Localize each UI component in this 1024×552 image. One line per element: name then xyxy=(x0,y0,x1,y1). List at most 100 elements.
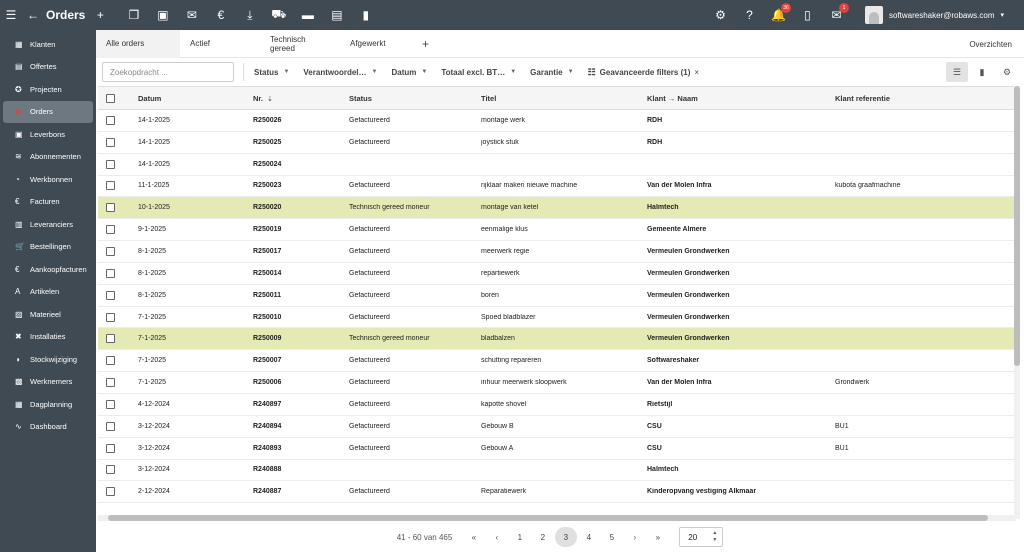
row-checkbox[interactable] xyxy=(98,225,138,235)
sidebar-item-abonnementen[interactable]: ≋ Abonnementen xyxy=(3,146,93,169)
first-page-button[interactable]: « xyxy=(463,527,485,547)
advanced-filters-button[interactable]: ☷ Geavanceerde filters (1) × xyxy=(581,67,706,78)
table-row[interactable]: 7-1-2025 R250009 Technisch gereed moneur bl… xyxy=(98,328,1018,351)
prev-page-button[interactable]: ‹ xyxy=(486,527,508,547)
row-checkbox[interactable] xyxy=(98,312,138,322)
help-icon[interactable]: ? xyxy=(735,0,764,30)
row-checkbox[interactable] xyxy=(98,203,138,213)
filter-verantwoordelijke[interactable]: Verantwoordel… ▼ xyxy=(296,68,384,77)
sidebar-item-bestellingen[interactable]: 🛒 Bestellingen xyxy=(3,236,93,259)
menu-icon[interactable]: ☰ xyxy=(0,0,22,30)
row-checkbox[interactable] xyxy=(98,443,138,453)
sidebar-item-klanten[interactable]: ▦ Klanten xyxy=(3,33,93,56)
sidebar-item-leverbons[interactable]: ▣ Leverbons xyxy=(3,123,93,146)
table-row[interactable]: 7-1-2025 R250006 Gefactureerd inhuur meerwe… xyxy=(98,372,1018,394)
row-checkbox[interactable] xyxy=(98,378,138,388)
table-row[interactable]: 2-12-2024 R240887 Gefactureerd Reparatiewer… xyxy=(98,481,1018,504)
table-row[interactable]: 14-1-2025 R250024 xyxy=(98,154,1018,176)
row-checkbox[interactable] xyxy=(98,399,138,409)
table-row[interactable]: 10-1-2025 R250020 Technisch gereed moneur m… xyxy=(98,197,1018,220)
row-checkbox[interactable] xyxy=(98,356,138,366)
stepper-icon[interactable]: ▲ ▼ xyxy=(712,530,717,544)
tab-afgewerkt[interactable]: Afgewerkt xyxy=(340,30,410,58)
overviews-button[interactable]: Overzichten xyxy=(969,30,1012,58)
page-button[interactable]: 5 xyxy=(601,527,623,547)
table-row[interactable]: 4-12-2024 R240897 Gefactureerd kapotte shov… xyxy=(98,394,1018,416)
tab-alle-orders[interactable]: Alle orders xyxy=(96,29,180,58)
table-row[interactable]: 8-1-2025 R250017 Gefactureerd meerwerk regi… xyxy=(98,241,1018,263)
clipboard-icon[interactable]: ▯ xyxy=(793,0,822,30)
sidebar-item-projecten[interactable]: ✪ Projecten xyxy=(3,78,93,101)
header-titel[interactable]: Titel xyxy=(481,94,647,103)
header-klant-naam[interactable]: Klant → Naam xyxy=(647,94,835,103)
add-tab-button[interactable]: + xyxy=(410,37,441,51)
row-checkbox[interactable] xyxy=(98,137,138,147)
sidebar-item-leveranciers[interactable]: ▥ Leveranciers xyxy=(3,213,93,236)
table-row[interactable]: 7-1-2025 R250010 Gefactureerd Spoed bladbla… xyxy=(98,307,1018,329)
sidebar-item-orders[interactable]: ◉ Orders xyxy=(3,100,93,123)
bell-icon[interactable]: 🔔 36 xyxy=(764,0,793,30)
row-checkbox[interactable] xyxy=(98,290,138,300)
row-checkbox[interactable] xyxy=(98,465,138,475)
vertical-scrollbar[interactable] xyxy=(1014,86,1020,519)
euro-icon[interactable]: € xyxy=(206,0,235,30)
sidebar-item-facturen[interactable]: € Facturen xyxy=(3,191,93,214)
tab-technisch-gereed[interactable]: Technisch gereed xyxy=(260,30,340,58)
next-page-button[interactable]: › xyxy=(624,527,646,547)
gear-icon[interactable]: ⚙ xyxy=(996,62,1018,82)
table-row[interactable]: 3-12-2024 R240888 Halmtech xyxy=(98,460,1018,482)
table-row[interactable]: 9-1-2025 R250019 Gefactureerd eenmalige klu… xyxy=(98,219,1018,242)
user-menu[interactable]: softwareshaker@robaws.com ▾ xyxy=(864,6,1004,24)
row-checkbox[interactable] xyxy=(98,487,138,497)
image-icon[interactable]: ▣ xyxy=(148,0,177,30)
header-nr[interactable]: Nr. ⇣ xyxy=(253,94,349,103)
sidebar-item-installaties[interactable]: ✖ Installaties xyxy=(3,326,93,349)
mail-icon[interactable]: ✉ xyxy=(177,0,206,30)
gear-icon[interactable]: ⚙ xyxy=(706,0,735,30)
header-klant-referentie[interactable]: Klant referentie xyxy=(835,94,1015,103)
messages-icon[interactable]: ✉ 1 xyxy=(822,0,851,30)
sidebar-item-werknemers[interactable]: ▩ Werknemers xyxy=(3,371,93,394)
table-row[interactable]: 3-12-2024 R240894 Gefactureerd Gebouw B CSU B… xyxy=(98,416,1018,438)
lock-icon[interactable]: ▮ xyxy=(351,0,380,30)
sidebar-item-offertes[interactable]: ▤ Offertes xyxy=(3,56,93,79)
page-button[interactable]: 4 xyxy=(578,527,600,547)
sidebar-item-stockwijziging[interactable]: ◑ Stockwijziging xyxy=(3,348,93,371)
sidebar-item-dagplanning[interactable]: ▦ Dagplanning xyxy=(3,393,93,416)
filter-garantie[interactable]: Garantie ▼ xyxy=(523,68,580,77)
page-button[interactable]: 2 xyxy=(532,527,554,547)
row-checkbox[interactable] xyxy=(98,115,138,125)
trash-icon[interactable]: ▬ xyxy=(293,0,322,30)
horizontal-scrollbar[interactable] xyxy=(98,515,1016,521)
select-all-checkbox[interactable] xyxy=(98,93,138,103)
table-row[interactable]: 14-1-2025 R250026 Gefactureerd montage werk… xyxy=(98,110,1018,132)
table-row[interactable]: 14-1-2025 R250025 Gefactureerd joystick stu… xyxy=(98,132,1018,154)
header-status[interactable]: Status xyxy=(349,94,481,103)
row-checkbox[interactable] xyxy=(98,421,138,431)
table-row[interactable]: 8-1-2025 R250014 Gefactureerd repartiewerk V… xyxy=(98,263,1018,285)
sidebar-item-materieel[interactable]: ▨ Materieel xyxy=(3,303,93,326)
download-icon[interactable]: ⤓ xyxy=(235,0,264,30)
archive-icon[interactable]: ▤ xyxy=(322,0,351,30)
page-size-stepper[interactable]: 20 ▲ ▼ xyxy=(679,527,724,547)
table-row[interactable]: 11-1-2025 R250023 Gefactureerd rijklaar mak… xyxy=(98,176,1018,198)
sidebar-item-werkbonnen[interactable]: ◔ Werkbonnen xyxy=(3,168,93,191)
table-row[interactable]: 8-1-2025 R250011 Gefactureerd boren Vermeule… xyxy=(98,285,1018,307)
row-checkbox[interactable] xyxy=(98,268,138,278)
tab-actief[interactable]: Actief xyxy=(180,30,260,58)
header-datum[interactable]: Datum xyxy=(138,94,253,103)
sidebar-item-dashboard[interactable]: ∿ Dashboard xyxy=(3,416,93,439)
row-checkbox[interactable] xyxy=(98,159,138,169)
plus-icon[interactable]: + xyxy=(89,0,111,30)
table-row[interactable]: 3-12-2024 R240893 Gefactureerd Gebouw A CSU B… xyxy=(98,438,1018,460)
row-checkbox[interactable] xyxy=(98,334,138,344)
filter-datum[interactable]: Datum ▼ xyxy=(384,68,434,77)
last-page-button[interactable]: » xyxy=(647,527,669,547)
table-row[interactable]: 7-1-2025 R250007 Gefactureerd schutting rep… xyxy=(98,350,1018,373)
row-checkbox[interactable] xyxy=(98,181,138,191)
filter-totaal[interactable]: Totaal excl. BT… ▼ xyxy=(434,68,523,77)
arrow-left-icon[interactable]: ← xyxy=(22,0,44,30)
page-button[interactable]: 1 xyxy=(509,527,531,547)
cart-icon[interactable]: ⛟ xyxy=(264,0,293,30)
sidebar-item-aankoopfacturen[interactable]: € Aankoopfacturen xyxy=(3,258,93,281)
